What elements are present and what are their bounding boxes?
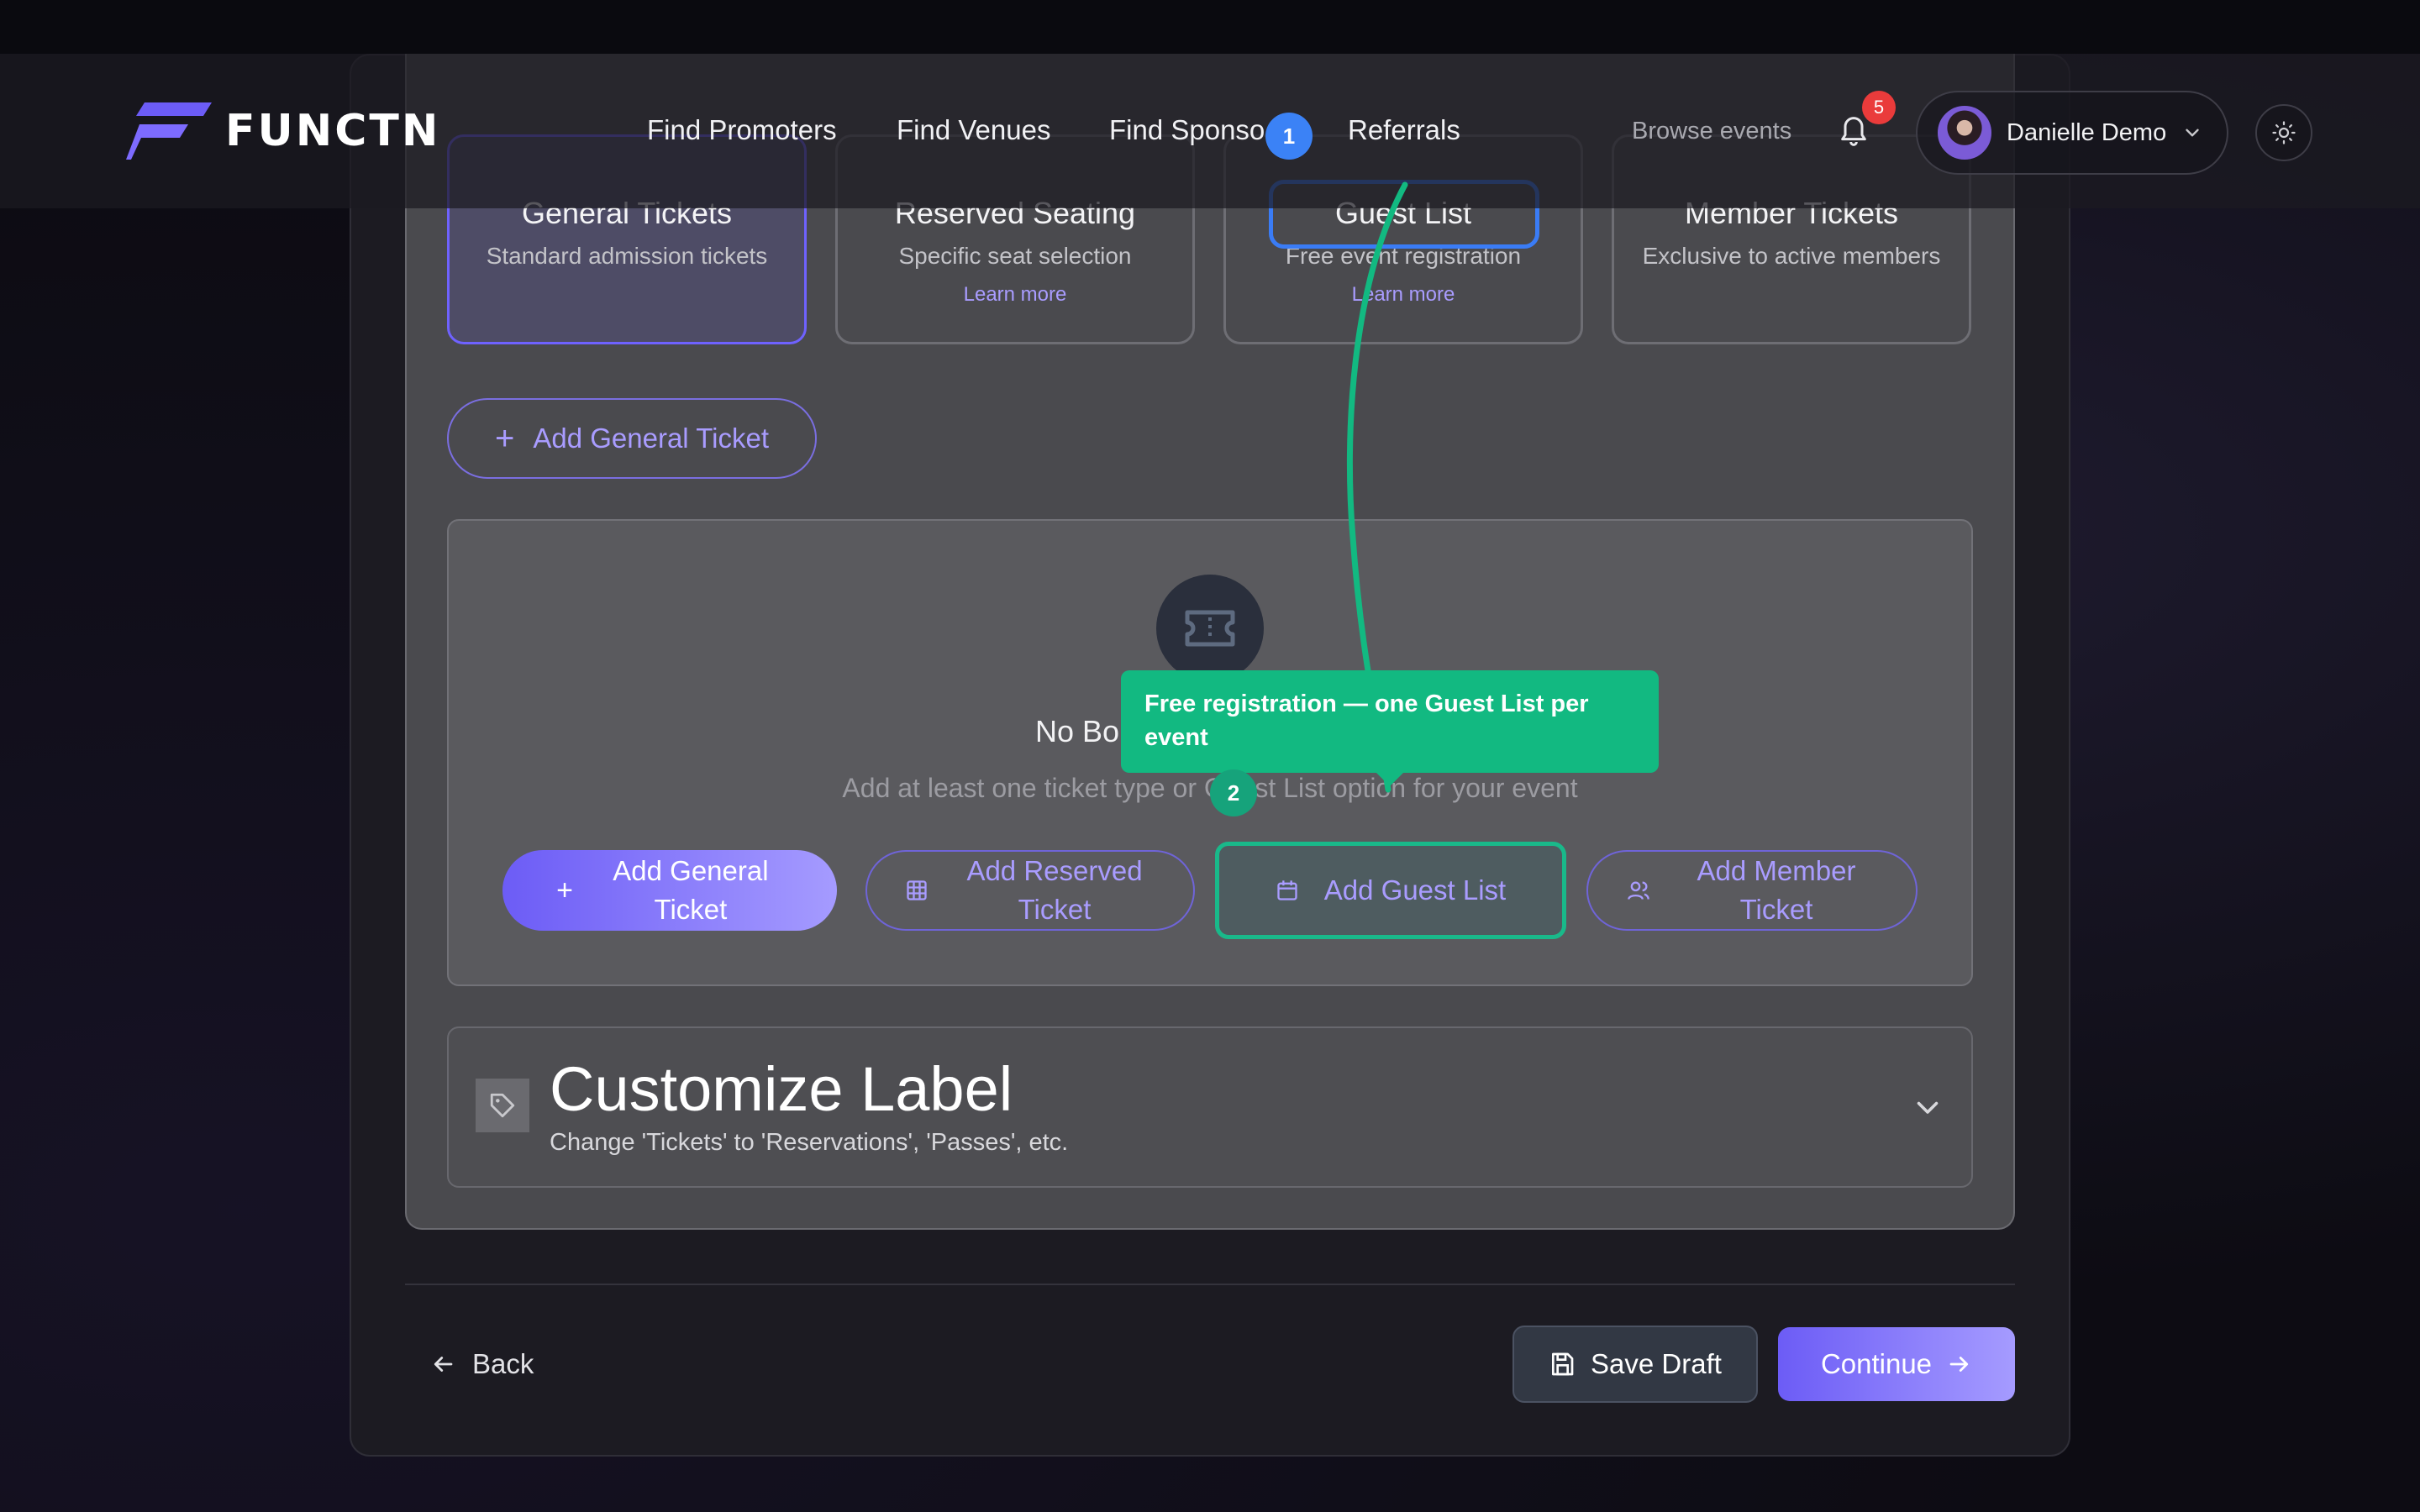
tour-step-2-marker: 2 <box>1210 769 1257 816</box>
tooltip-arrow <box>1375 771 1405 786</box>
tour-step-1-marker: 1 <box>1265 113 1313 160</box>
tour-tooltip: Free registration — one Guest List per e… <box>1121 670 1659 773</box>
